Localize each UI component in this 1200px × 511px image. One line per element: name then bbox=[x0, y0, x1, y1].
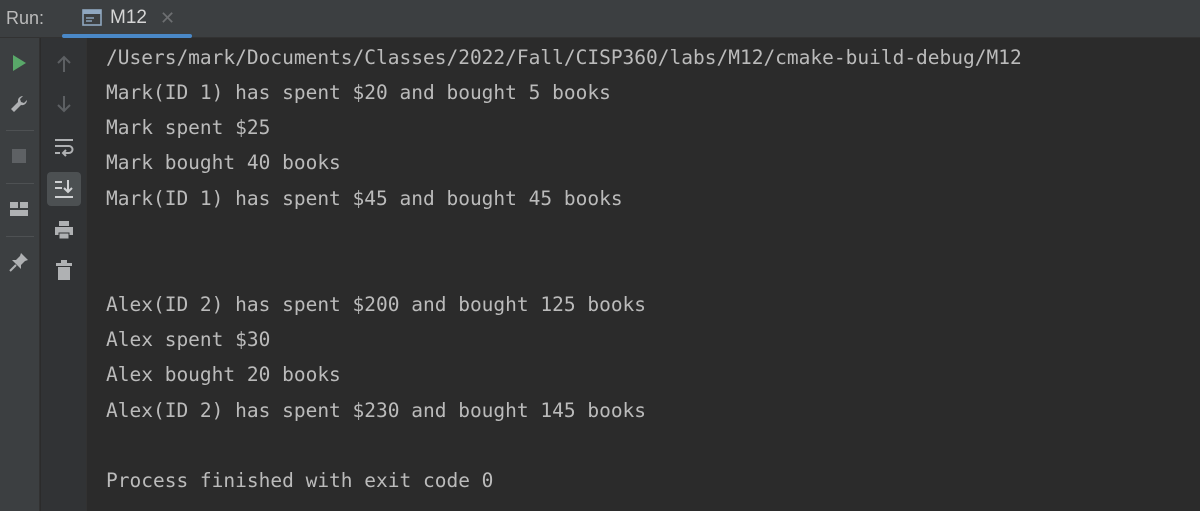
run-sidebar bbox=[0, 38, 40, 511]
console-output[interactable]: /Users/mark/Documents/Classes/2022/Fall/… bbox=[88, 38, 1200, 511]
console-line: /Users/mark/Documents/Classes/2022/Fall/… bbox=[106, 46, 1022, 69]
console-line: Mark bought 40 books bbox=[106, 151, 341, 174]
console-line: Alex spent $30 bbox=[106, 328, 271, 351]
console-window-icon bbox=[82, 9, 102, 26]
tab-label: M12 bbox=[110, 7, 147, 28]
divider bbox=[6, 183, 34, 184]
console-toolbar bbox=[41, 38, 87, 511]
rerun-icon[interactable] bbox=[10, 54, 28, 72]
scroll-to-end-button[interactable] bbox=[47, 172, 81, 206]
stop-icon[interactable] bbox=[10, 147, 28, 165]
divider bbox=[6, 236, 34, 237]
console-line: Mark(ID 1) has spent $45 and bought 45 b… bbox=[106, 187, 623, 210]
layout-icon[interactable] bbox=[9, 200, 29, 218]
pin-icon[interactable] bbox=[9, 252, 29, 272]
console-line: Alex(ID 2) has spent $230 and bought 145… bbox=[106, 399, 647, 422]
print-icon[interactable] bbox=[53, 219, 75, 241]
run-label: Run: bbox=[6, 8, 45, 28]
console-line: Alex bought 20 books bbox=[106, 363, 341, 386]
console-line: Mark(ID 1) has spent $20 and bought 5 bo… bbox=[106, 81, 611, 104]
divider bbox=[6, 130, 34, 131]
console-line: Alex(ID 2) has spent $200 and bought 125… bbox=[106, 293, 647, 316]
console-line: Mark spent $25 bbox=[106, 116, 271, 139]
arrow-up-icon[interactable] bbox=[54, 54, 74, 74]
run-toolwindow-header: Run: M12 ✕ bbox=[0, 0, 1200, 38]
tab-m12[interactable]: M12 ✕ bbox=[62, 0, 192, 38]
trash-icon[interactable] bbox=[54, 259, 74, 281]
arrow-down-icon[interactable] bbox=[54, 94, 74, 114]
scroll-to-end-icon bbox=[55, 180, 73, 198]
console-line: Process finished with exit code 0 bbox=[106, 469, 494, 492]
soft-wrap-icon[interactable] bbox=[53, 136, 75, 158]
close-icon[interactable]: ✕ bbox=[160, 8, 175, 29]
wrench-icon[interactable] bbox=[9, 94, 29, 114]
